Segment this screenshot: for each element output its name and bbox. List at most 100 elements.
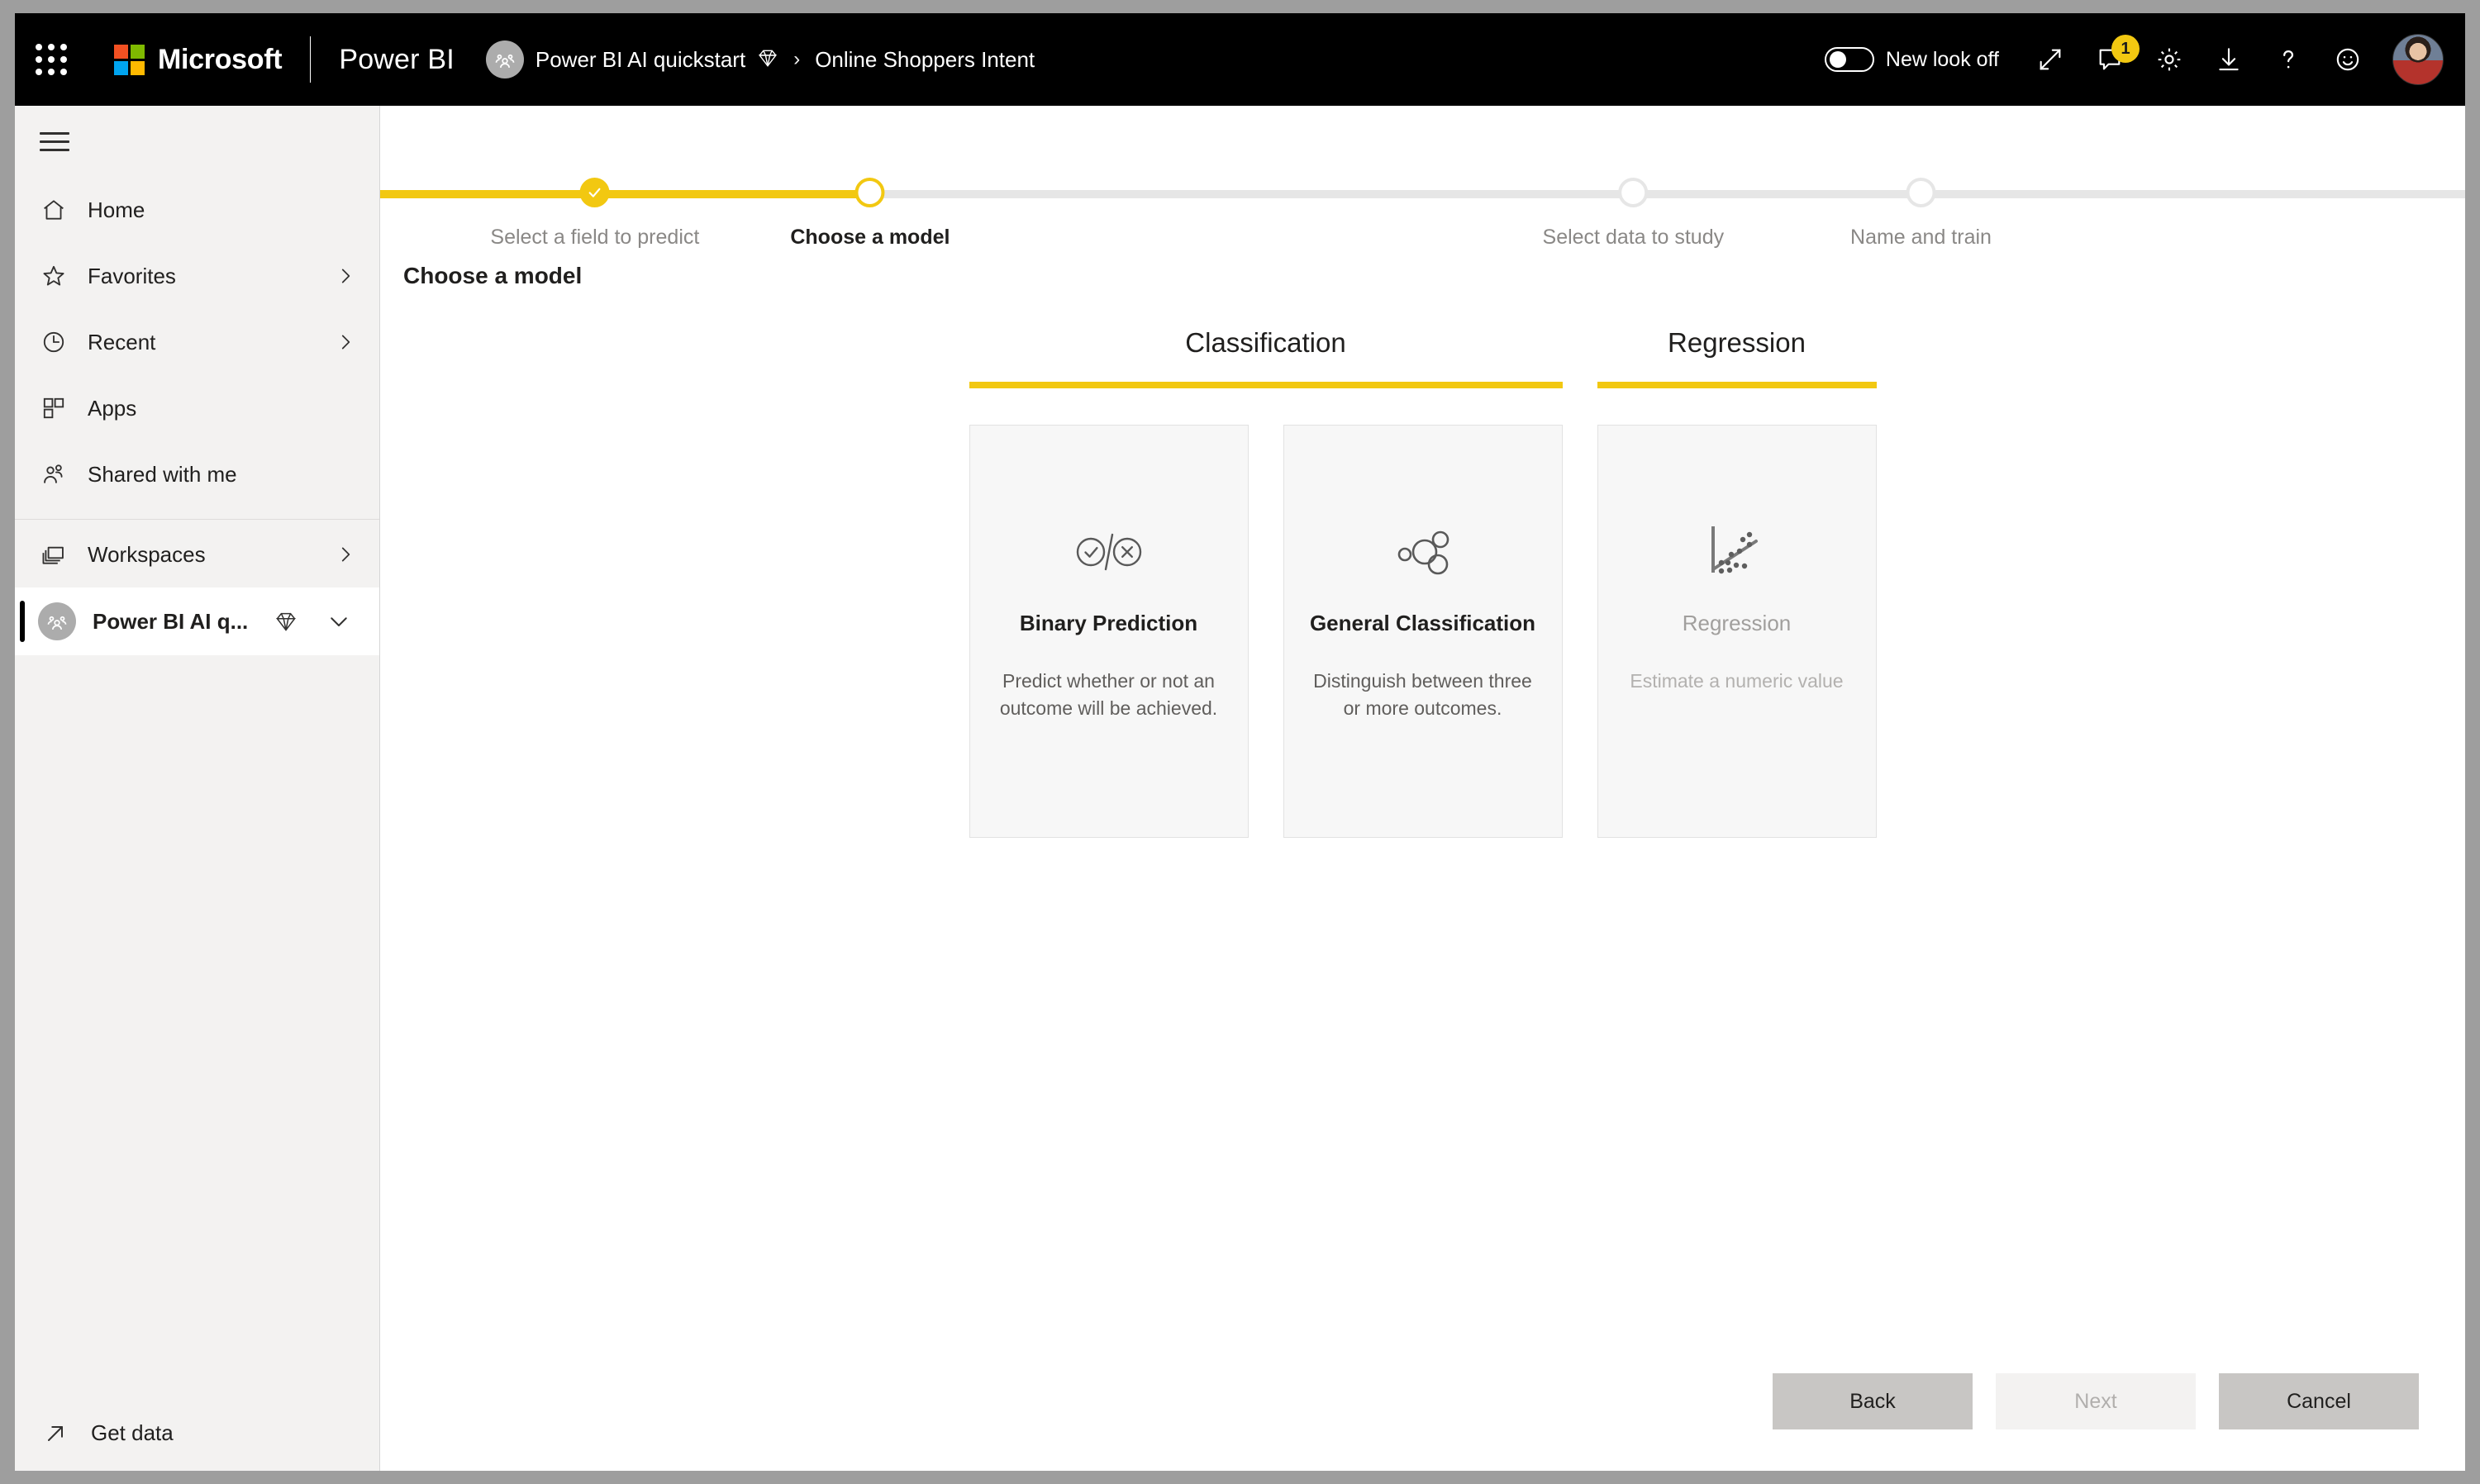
- category-title: Regression: [1668, 327, 1806, 358]
- sidebar-item-favorites[interactable]: Favorites: [15, 243, 379, 309]
- sidebar-item-recent[interactable]: Recent: [15, 309, 379, 375]
- check-cross-circles-icon: [1074, 516, 1144, 587]
- stepper-dot-current: [854, 178, 885, 207]
- notifications-button[interactable]: 1: [2080, 30, 2140, 89]
- product-name[interactable]: Power BI: [339, 44, 455, 76]
- microsoft-wordmark: Microsoft: [158, 43, 283, 75]
- sidebar-item-shared-with-me[interactable]: Shared with me: [15, 441, 379, 507]
- model-card-description: Predict whether or not an outcome will b…: [999, 670, 1218, 720]
- main-spacer: [380, 838, 2465, 1373]
- power-bi-app-window: Microsoft Power BI Power BI AI quickstar…: [15, 13, 2465, 1471]
- breadcrumb-current-item[interactable]: Online Shoppers Intent: [815, 47, 1035, 73]
- breadcrumb-separator: ›: [793, 48, 801, 70]
- apps-grid-icon: [38, 392, 69, 424]
- chevron-right-icon: [335, 265, 356, 287]
- feedback-button[interactable]: [2318, 30, 2378, 89]
- sidebar-active-workspace[interactable]: Power BI AI q...: [15, 587, 379, 655]
- sidebar-item-label: Favorites: [88, 263, 176, 288]
- global-header: Microsoft Power BI Power BI AI quickstar…: [15, 13, 2465, 106]
- help-button[interactable]: [2259, 30, 2318, 89]
- get-data-button[interactable]: Get data: [15, 1395, 379, 1471]
- settings-button[interactable]: [2140, 30, 2199, 89]
- app-launcher-button[interactable]: [15, 13, 88, 106]
- scatter-trend-icon: [1706, 516, 1768, 587]
- breadcrumb-workspace[interactable]: Power BI AI quickstart: [536, 47, 745, 73]
- category-regression: Regression Regression Estimate a numeric…: [1597, 327, 1877, 838]
- workspace-avatar-icon: [485, 40, 524, 78]
- stepper-step-name-and-train[interactable]: Name and train: [1850, 178, 1992, 250]
- workspaces-stack-icon: [38, 539, 69, 570]
- model-card-title: General Classification: [1309, 611, 1536, 635]
- model-chooser: Classification Binary Prediction Predict…: [380, 327, 2465, 838]
- bubble-cluster-icon: [1388, 516, 1458, 587]
- model-card-general-classification[interactable]: General Classification Distinguish betwe…: [1283, 425, 1563, 838]
- model-card-description: Estimate a numeric value: [1630, 670, 1844, 692]
- stepper-step-select-field[interactable]: Select a field to predict: [490, 178, 699, 250]
- notification-badge: 1: [2111, 35, 2140, 63]
- stepper-label: Select data to study: [1542, 226, 1725, 249]
- sidebar-item-label: Workspaces: [88, 541, 206, 567]
- new-look-toggle[interactable]: [1824, 47, 1874, 72]
- diamond-icon: [274, 610, 298, 633]
- model-card-regression: Regression Estimate a numeric value: [1597, 425, 1877, 838]
- sidebar-divider: [15, 519, 379, 520]
- left-navigation: Home Favorites Recent Apps Shared with m…: [15, 106, 380, 1471]
- workspace-name: Power BI AI q...: [93, 608, 249, 634]
- stepper-dot-todo: [1618, 178, 1649, 207]
- waffle-icon: [36, 44, 67, 75]
- model-card-binary-prediction[interactable]: Binary Prediction Predict whether or not…: [969, 425, 1249, 838]
- get-data-label: Get data: [91, 1420, 174, 1445]
- stepper-dot-todo: [1906, 178, 1936, 207]
- back-button[interactable]: Back: [1773, 1373, 1973, 1429]
- sidebar-item-label: Recent: [88, 329, 156, 354]
- download-button[interactable]: [2199, 30, 2259, 89]
- microsoft-logo-link[interactable]: Microsoft: [88, 43, 283, 76]
- stepper-dot-done: [579, 178, 610, 207]
- arrow-up-right-icon: [40, 1418, 71, 1449]
- new-look-label: New look off: [1885, 47, 1999, 71]
- new-look-toggle-group[interactable]: New look off: [1824, 47, 1999, 72]
- toggle-knob: [1829, 51, 1846, 68]
- stepper-step-choose-model[interactable]: Choose a model: [790, 178, 950, 250]
- workspace-avatar-icon: [38, 602, 76, 640]
- home-icon: [38, 194, 69, 226]
- stepper-step-select-data[interactable]: Select data to study: [1542, 178, 1725, 250]
- model-card-title: Binary Prediction: [1019, 611, 1198, 635]
- app-body: Home Favorites Recent Apps Shared with m…: [15, 106, 2465, 1471]
- next-button: Next: [1996, 1373, 2196, 1429]
- clock-icon: [38, 326, 69, 358]
- header-divider: [310, 36, 312, 83]
- sidebar-item-apps[interactable]: Apps: [15, 375, 379, 441]
- hamburger-icon: [40, 126, 69, 157]
- category-classification: Classification Binary Prediction Predict…: [969, 327, 1563, 838]
- sidebar-item-workspaces[interactable]: Workspaces: [15, 521, 379, 587]
- header-actions: New look off 1: [1824, 30, 2465, 89]
- sidebar-item-label: Home: [88, 197, 145, 222]
- chevron-down-icon[interactable]: [326, 609, 351, 634]
- stepper-label: Choose a model: [790, 226, 950, 249]
- sidebar-item-label: Apps: [88, 395, 137, 421]
- model-card-description: Distinguish between three or more outcom…: [1313, 670, 1532, 720]
- category-underline: [1597, 382, 1877, 388]
- main-content: Select a field to predict Choose a model…: [380, 106, 2465, 1471]
- chevron-right-icon: [335, 331, 356, 353]
- diamond-icon: [757, 47, 778, 73]
- wizard-footer-actions: Back Next Cancel: [380, 1373, 2465, 1471]
- user-avatar[interactable]: [2392, 34, 2444, 85]
- star-icon: [38, 260, 69, 292]
- people-icon: [38, 459, 69, 490]
- microsoft-logo-icon: [114, 44, 145, 75]
- category-title: Classification: [1185, 327, 1346, 358]
- nav-collapse-button[interactable]: [15, 106, 379, 177]
- sidebar-item-label: Shared with me: [88, 461, 237, 487]
- fullscreen-button[interactable]: [2021, 30, 2080, 89]
- category-underline: [969, 382, 1563, 388]
- wizard-stepper: Select a field to predict Choose a model…: [380, 132, 2465, 249]
- sidebar-item-home[interactable]: Home: [15, 177, 379, 243]
- model-card-title: Regression: [1682, 611, 1792, 635]
- chevron-right-icon: [335, 544, 356, 565]
- cancel-button[interactable]: Cancel: [2219, 1373, 2419, 1429]
- breadcrumb: Power BI AI quickstart › Online Shoppers…: [485, 40, 1035, 78]
- stepper-label: Select a field to predict: [490, 226, 700, 249]
